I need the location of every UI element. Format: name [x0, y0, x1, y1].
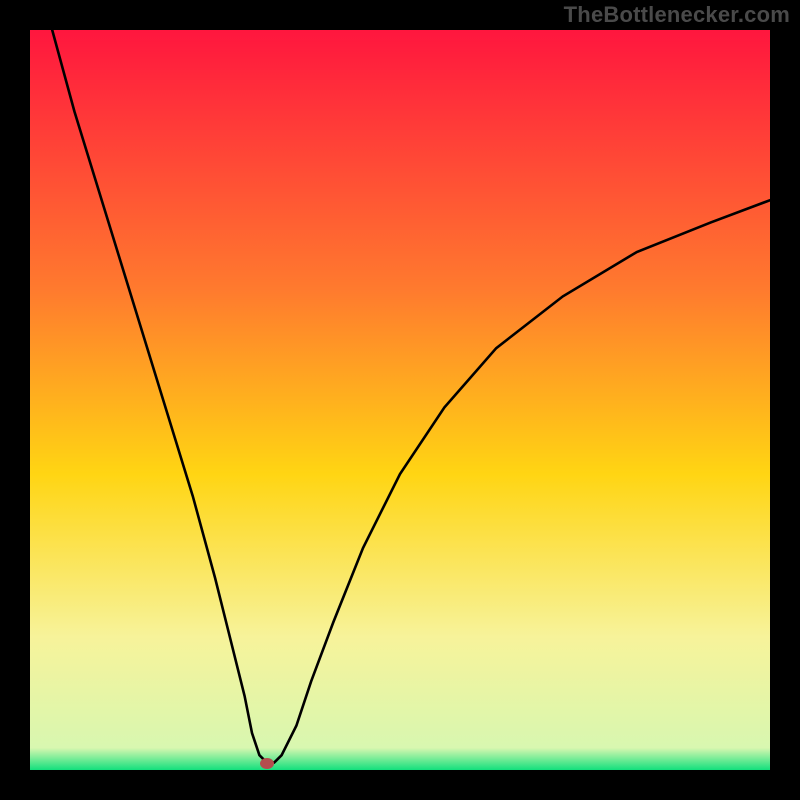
curve-layer	[30, 30, 770, 770]
plot-area	[30, 30, 770, 770]
chart-frame: TheBottlenecker.com	[0, 0, 800, 800]
min-marker	[260, 758, 274, 769]
attribution-text: TheBottlenecker.com	[564, 2, 790, 28]
bottleneck-curve	[52, 30, 770, 763]
